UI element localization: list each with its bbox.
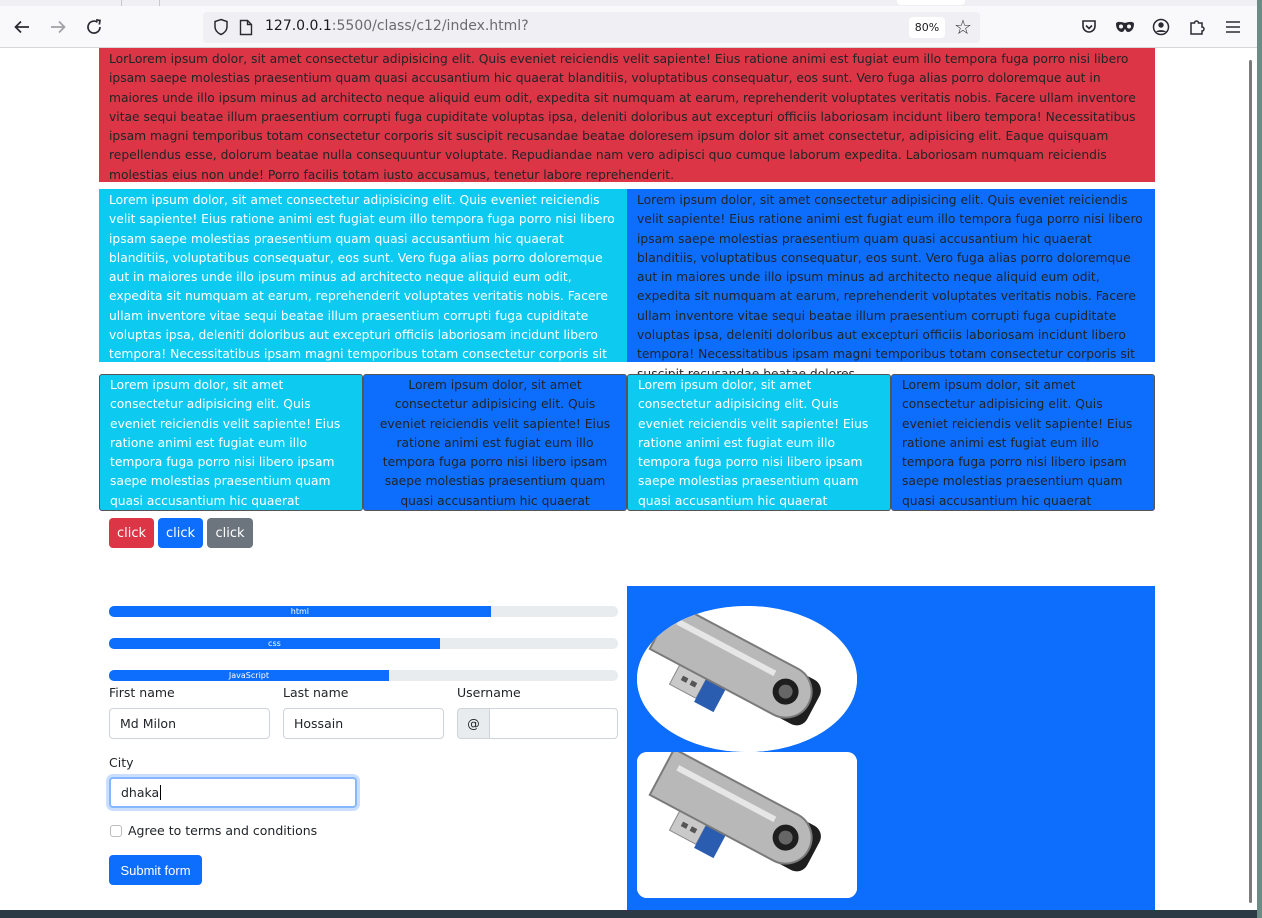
blue-half-column: Lorem ipsum dolor, sit amet consectetur … (627, 189, 1155, 381)
extensions-icon[interactable] (1184, 14, 1210, 40)
quarter-text: Lorem ipsum dolor, sit amet consectetur … (638, 378, 869, 508)
progress-bar: JavaScript (109, 670, 389, 681)
page-icon[interactable] (239, 19, 253, 36)
last-name-label: Last name (283, 685, 349, 700)
private-mask-icon[interactable] (1112, 14, 1138, 40)
desktop-edge (1257, 0, 1262, 918)
javascript-progress: JavaScript (109, 670, 618, 681)
cyan-quarter-column: Lorem ipsum dolor, sit amet consectetur … (627, 374, 891, 511)
tab-divider (159, 0, 160, 6)
blue-quarter-column: Lorem ipsum dolor, sit amet consectetur … (363, 374, 627, 511)
submit-form-button[interactable]: Submit form (109, 855, 202, 885)
menu-icon[interactable] (1220, 14, 1246, 40)
page-viewport: LorLorem ipsum dolor, sit amet consectet… (0, 48, 1257, 910)
first-name-field[interactable]: Md Milon (109, 708, 270, 739)
url-host: 127.0.0.1 (265, 18, 332, 34)
username-prefix: @ (457, 708, 490, 739)
url-text[interactable]: 127.0.0.1:5500/class/c12/index.html? (265, 18, 529, 34)
text-caret (160, 785, 162, 800)
zoom-indicator[interactable]: 80% (909, 17, 945, 38)
back-icon[interactable] (8, 13, 36, 41)
city-field[interactable]: dhaka (109, 777, 357, 808)
red-block-text: LorLorem ipsum dolor, sit amet consectet… (109, 52, 1136, 182)
quarter-text: Lorem ipsum dolor, sit amet consectetur … (110, 378, 341, 508)
city-label: City (109, 755, 134, 770)
click-button-secondary[interactable]: click (207, 518, 253, 548)
username-field[interactable] (489, 708, 618, 739)
image-panel (627, 586, 1155, 910)
first-name-label: First name (109, 685, 175, 700)
quarter-text: Lorem ipsum dolor, sit amet consectetur … (902, 378, 1133, 508)
star-icon[interactable]: ☆ (954, 15, 972, 39)
click-button-primary[interactable]: click (158, 518, 203, 548)
shield-icon[interactable] (212, 18, 230, 36)
tab-strip (0, 0, 1257, 6)
quarter-text: Lorem ipsum dolor, sit amet consectetur … (379, 378, 611, 508)
last-name-field[interactable]: Hossain (283, 708, 444, 739)
vertical-scrollbar[interactable] (1249, 60, 1252, 903)
forward-icon[interactable] (44, 13, 72, 41)
usb-drive-illustration (637, 606, 857, 752)
css-progress: css (109, 638, 618, 649)
cyan-quarter-column: Lorem ipsum dolor, sit amet consectetur … (99, 374, 363, 511)
red-text-block: LorLorem ipsum dolor, sit amet consectet… (99, 48, 1155, 182)
usb-drive-illustration (637, 752, 857, 898)
agree-label[interactable]: Agree to terms and conditions (128, 823, 317, 838)
tab-divider (121, 0, 122, 6)
browser-toolbar: 127.0.0.1:5500/class/c12/index.html? 80%… (0, 0, 1257, 48)
window-bottom-edge (0, 910, 1257, 918)
cyan-half-text: Lorem ipsum dolor, sit amet consectetur … (109, 193, 615, 381)
active-tab-edge[interactable] (897, 0, 965, 5)
pocket-icon[interactable] (1076, 14, 1102, 40)
click-button-danger[interactable]: click (109, 518, 154, 548)
usb-drive-image-rounded (637, 752, 857, 898)
reload-icon[interactable] (80, 13, 108, 41)
address-bar[interactable]: 127.0.0.1:5500/class/c12/index.html? 80%… (203, 12, 980, 43)
progress-bar: html (109, 606, 491, 617)
agree-checkbox[interactable] (110, 825, 122, 837)
url-path: :5500/class/c12/index.html? (331, 18, 529, 34)
usb-drive-image-oval (637, 606, 857, 752)
blue-quarter-column: Lorem ipsum dolor, sit amet consectetur … (891, 374, 1155, 511)
progress-bar: css (109, 638, 440, 649)
cyan-half-column: Lorem ipsum dolor, sit amet consectetur … (99, 189, 627, 381)
html-progress: html (109, 606, 618, 617)
city-value: dhaka (121, 785, 160, 800)
blue-half-text: Lorem ipsum dolor, sit amet consectetur … (637, 193, 1143, 381)
username-label: Username (457, 685, 521, 700)
account-icon[interactable] (1148, 14, 1174, 40)
